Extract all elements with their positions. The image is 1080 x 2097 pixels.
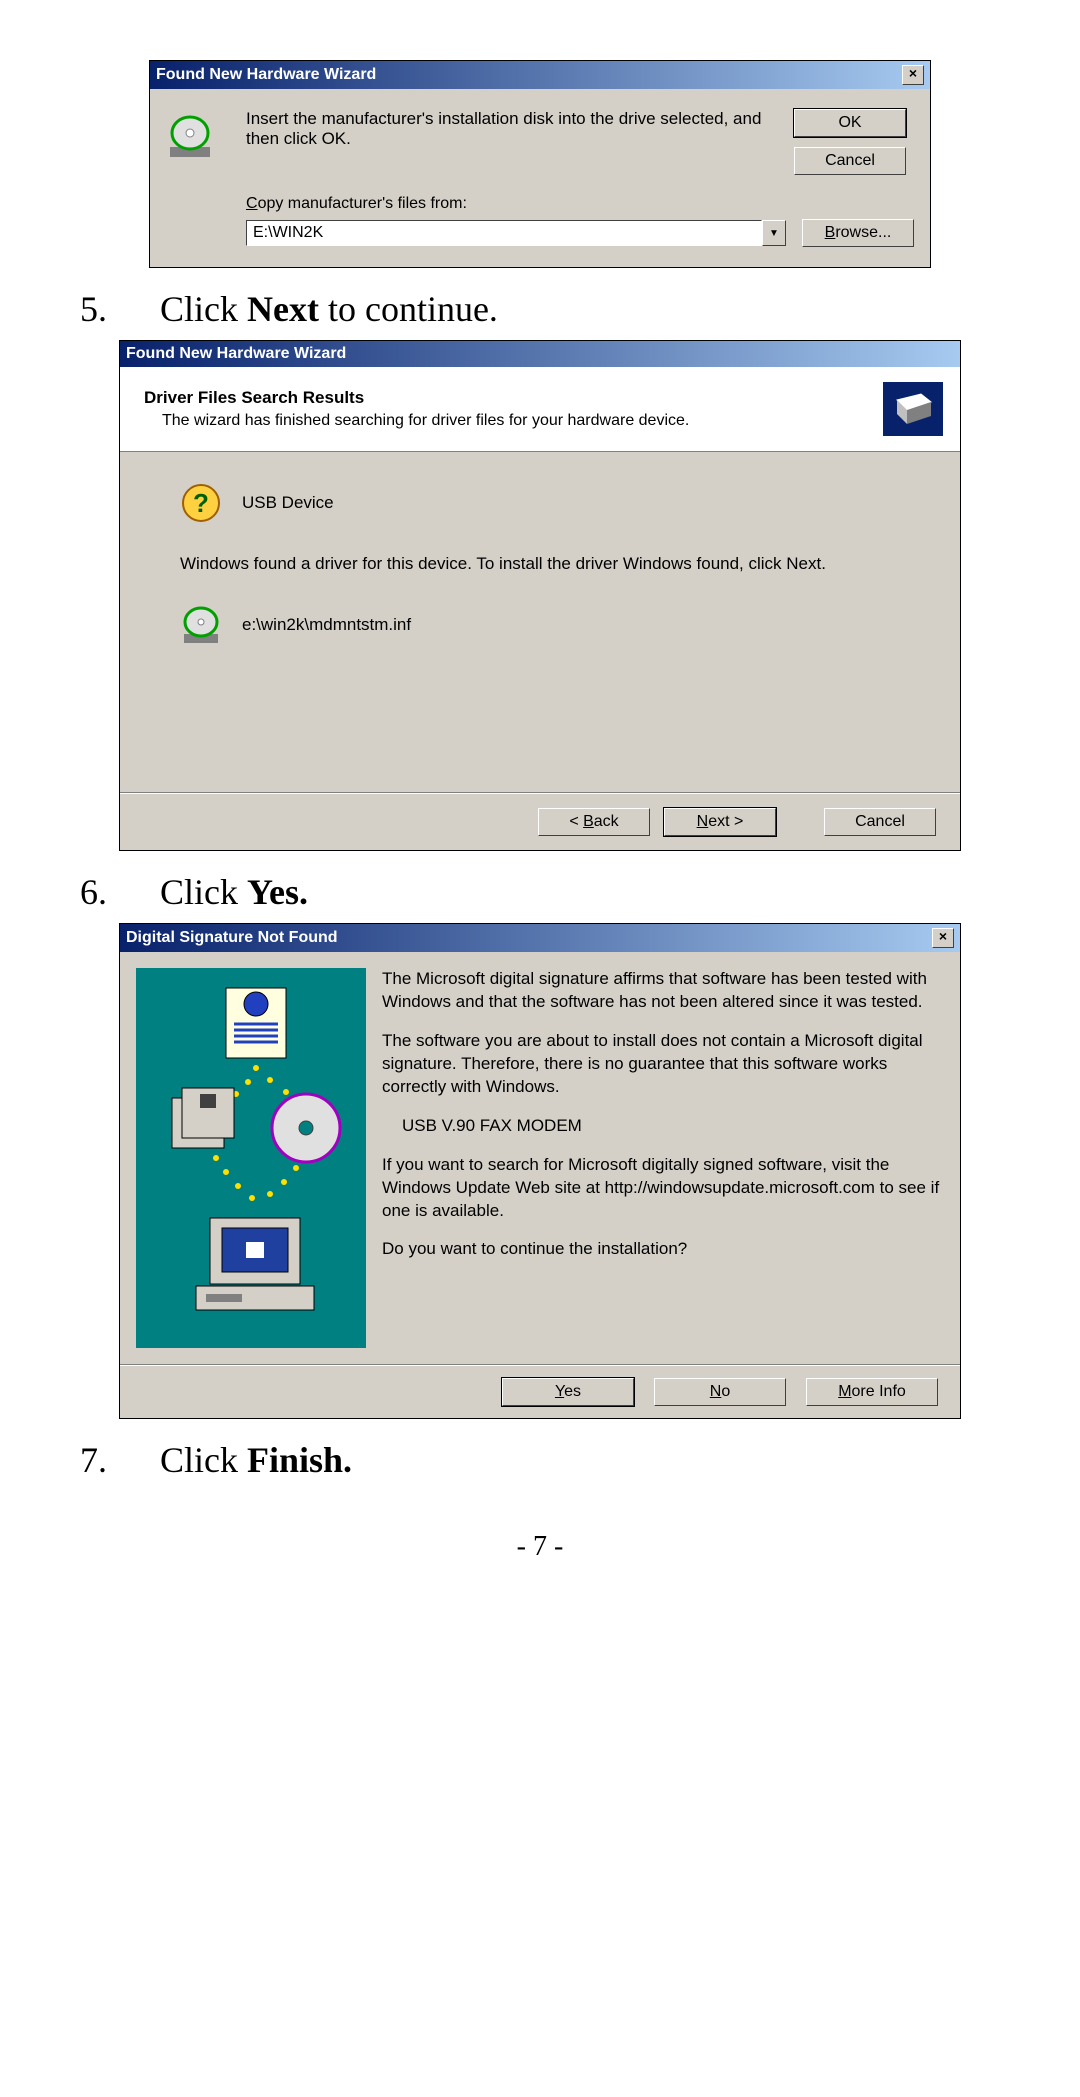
yes-button[interactable]: Yes [502, 1378, 634, 1406]
sig-paragraph-4: Do you want to continue the installation… [382, 1238, 944, 1261]
dialog-title: Digital Signature Not Found [126, 929, 338, 947]
sig-paragraph-2: The software you are about to install do… [382, 1030, 944, 1099]
wizard-header: Driver Files Search Results The wizard h… [120, 367, 960, 452]
sig-paragraph-1: The Microsoft digital signature affirms … [382, 968, 944, 1014]
close-icon[interactable]: × [932, 928, 954, 948]
browse-button[interactable]: Browse... [802, 219, 914, 247]
wizard-header-icon [882, 381, 944, 437]
header-subtitle: The wizard has finished searching for dr… [162, 412, 882, 430]
step-7-text: 7. Click Finish. [80, 1439, 1000, 1481]
step-6-text: 6. Click Yes. [80, 871, 1000, 913]
close-icon[interactable]: × [902, 65, 924, 85]
chevron-down-icon[interactable]: ▼ [762, 220, 786, 246]
more-info-button[interactable]: More Info [806, 1378, 938, 1406]
titlebar: Found New Hardware Wizard × [150, 61, 930, 89]
cancel-button[interactable]: Cancel [824, 808, 936, 836]
header-title: Driver Files Search Results [144, 388, 882, 408]
titlebar: Found New Hardware Wizard [120, 341, 960, 367]
svg-text:?: ? [193, 488, 209, 518]
next-button[interactable]: Next > [664, 808, 776, 836]
dialog-digital-signature: Digital Signature Not Found × [119, 923, 961, 1419]
titlebar: Digital Signature Not Found × [120, 924, 960, 952]
dialog-search-results: Found New Hardware Wizard Driver Files S… [119, 340, 961, 851]
path-input[interactable]: E:\WIN2K [246, 220, 762, 246]
step-5-text: 5. Click Next to continue. [80, 288, 1000, 330]
cd-drive-icon [166, 113, 214, 161]
found-driver-text: Windows found a driver for this device. … [180, 554, 930, 574]
no-button[interactable]: No [654, 1378, 786, 1406]
instruction-text: Insert the manufacturer's installation d… [246, 109, 761, 148]
back-button[interactable]: < Back [538, 808, 650, 836]
page-number: - 7 - [80, 1531, 1000, 1563]
cancel-button[interactable]: Cancel [794, 147, 906, 175]
inf-path-label: e:\win2k\mdmntstm.inf [242, 615, 411, 635]
dialog-insert-disk: Found New Hardware Wizard × Insert the m… [149, 60, 931, 268]
copy-from-label: Copy manufacturer's files from: [246, 195, 914, 213]
cd-drive-icon [180, 604, 222, 646]
dialog-title: Found New Hardware Wizard [156, 66, 376, 84]
device-name: USB V.90 FAX MODEM [402, 1115, 944, 1138]
path-dropdown[interactable]: E:\WIN2K ▼ [246, 220, 786, 246]
usb-device-label: USB Device [242, 493, 334, 513]
question-icon: ? [180, 482, 222, 524]
dialog-title: Found New Hardware Wizard [126, 345, 346, 363]
ok-button[interactable]: OK [794, 109, 906, 137]
signature-graphic-icon [136, 968, 366, 1348]
sig-paragraph-3: If you want to search for Microsoft digi… [382, 1154, 944, 1223]
